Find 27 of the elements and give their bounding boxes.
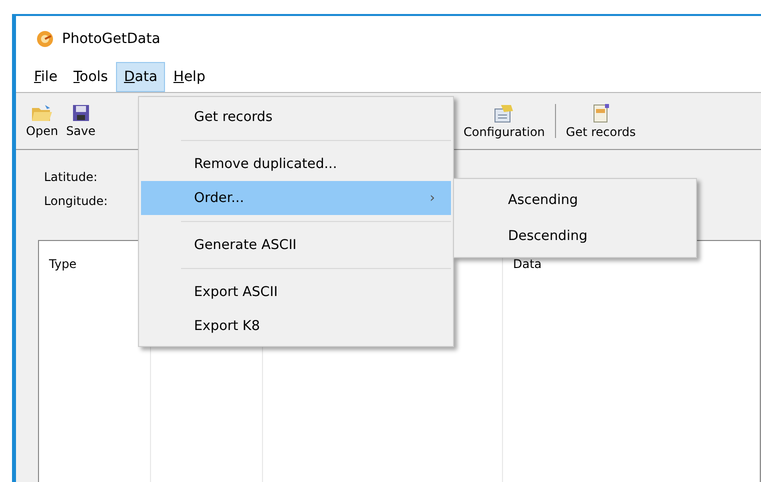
- menu-item[interactable]: Generate ASCII: [141, 228, 451, 262]
- menu-item[interactable]: Remove duplicated...: [141, 147, 451, 181]
- menu-item[interactable]: Help: [165, 62, 214, 92]
- column-header: Data: [513, 257, 542, 271]
- menu-item[interactable]: Ascending: [454, 182, 696, 218]
- menu-item[interactable]: Export K8: [141, 309, 451, 343]
- document-icon: [590, 103, 611, 123]
- menu-item[interactable]: Descending: [454, 218, 696, 254]
- chevron-icon: ›: [430, 190, 435, 206]
- menu-item[interactable]: Export ASCII: [141, 275, 451, 309]
- toolbar-button[interactable]: Open: [22, 102, 62, 140]
- menu-item[interactable]: Order... ›: [141, 181, 451, 215]
- menu-item[interactable]: Data: [116, 62, 166, 92]
- app-logo-icon: [36, 30, 54, 48]
- field-label: Longitude:: [44, 194, 108, 208]
- toolbar-button[interactable]: Configuration: [460, 101, 549, 141]
- field-label: Latitude:: [44, 170, 98, 184]
- column-header: Type: [49, 257, 77, 271]
- save-icon: [72, 104, 90, 122]
- window-title: PhotoGetData: [62, 31, 160, 47]
- document-icon: [493, 103, 516, 123]
- folder-icon: [31, 104, 54, 122]
- menu-item[interactable]: Tools: [65, 62, 116, 92]
- menu-item[interactable]: Get records: [141, 100, 451, 134]
- toolbar-button[interactable]: Save: [62, 102, 100, 140]
- menu-item[interactable]: File: [26, 62, 66, 92]
- toolbar-button[interactable]: Get records: [562, 101, 640, 141]
